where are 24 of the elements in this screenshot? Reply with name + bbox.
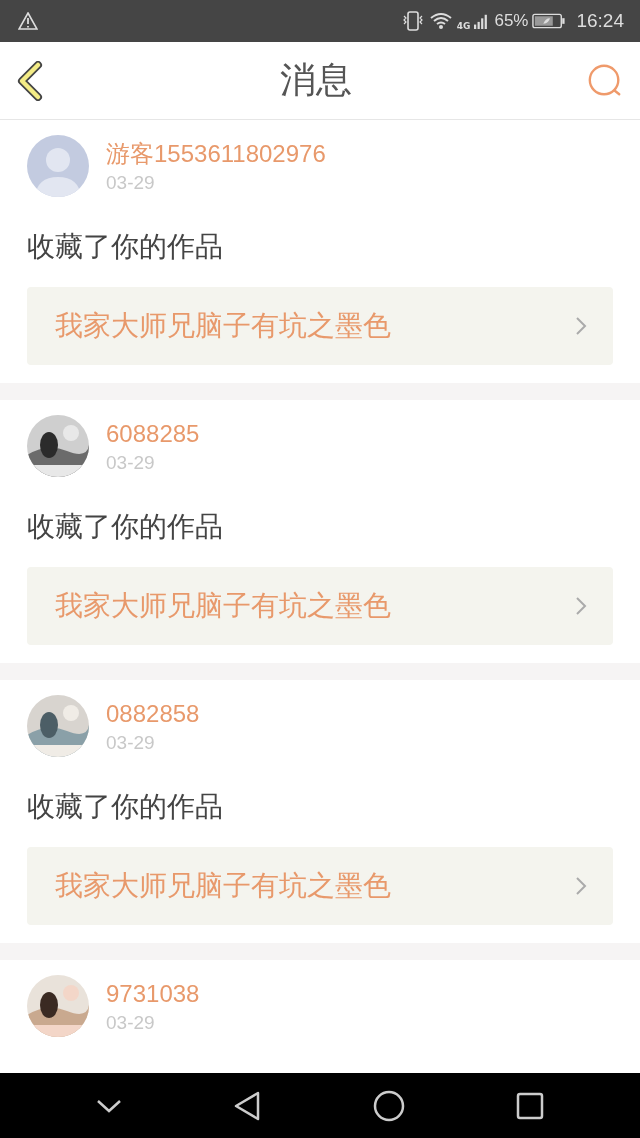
page-title: 消息 xyxy=(280,58,352,102)
chevron-right-icon xyxy=(575,876,587,896)
user-name[interactable]: 9731038 xyxy=(106,979,200,1009)
home-icon[interactable] xyxy=(372,1089,405,1122)
clock: 16:24 xyxy=(576,10,624,32)
user-name[interactable]: 游客1553611802976 xyxy=(106,139,326,169)
wifi-icon xyxy=(428,12,453,30)
user-name[interactable]: 6088285 xyxy=(106,419,200,449)
user-name[interactable]: 0882858 xyxy=(106,699,200,729)
back-nav-icon[interactable] xyxy=(233,1089,262,1122)
work-link[interactable]: 我家大师兄脑子有坑之墨色 xyxy=(27,567,613,645)
chevron-right-icon xyxy=(575,316,587,336)
battery-percent: 65% xyxy=(494,11,529,31)
battery-icon xyxy=(532,12,567,30)
hide-keyboard-icon[interactable] xyxy=(95,1097,122,1114)
warning-icon xyxy=(18,12,38,30)
message-text: 收藏了你的作品 xyxy=(27,229,224,265)
network-label: 4G xyxy=(456,21,471,31)
message-text: 收藏了你的作品 xyxy=(27,509,224,545)
recent-apps-icon[interactable] xyxy=(516,1091,545,1120)
message-text: 收藏了你的作品 xyxy=(27,789,224,825)
chevron-right-icon xyxy=(575,596,587,616)
work-link[interactable]: 我家大师兄脑子有坑之墨色 xyxy=(27,287,613,365)
work-link[interactable]: 我家大师兄脑子有坑之墨色 xyxy=(27,847,613,925)
